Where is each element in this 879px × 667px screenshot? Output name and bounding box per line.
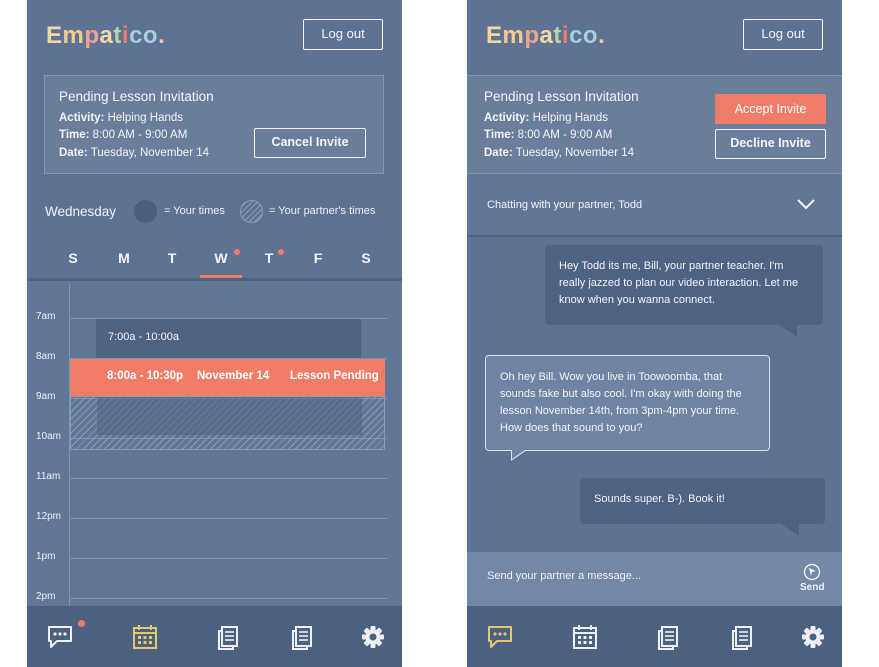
hour-line [69, 518, 387, 519]
notes-icon[interactable] [728, 624, 756, 650]
invitation-time: Time: 8:00 AM - 9:00 AM [484, 129, 613, 141]
chat-icon[interactable] [46, 624, 74, 650]
accept-invite-button[interactable]: Accept Invite [715, 94, 826, 124]
logo-letter: m [62, 22, 85, 49]
chevron-down-icon[interactable] [797, 198, 815, 210]
logout-button[interactable]: Log out [743, 19, 823, 50]
hour-label: 9am [36, 391, 56, 402]
logo-letter: p [524, 22, 540, 49]
calendar-screen: Empatico. Log out Pending Lesson Invitat… [27, 0, 402, 667]
weekday-selector: S M T W T F S [27, 240, 402, 278]
weekday-fri[interactable]: F [303, 250, 333, 266]
chat-partner-label: Chatting with your partner, Todd [487, 199, 643, 211]
partner-availability-block[interactable] [70, 396, 385, 450]
logo-letter: p [84, 22, 100, 49]
weekday-wed[interactable]: W [206, 250, 236, 266]
logo-letter: t [553, 22, 562, 49]
gear-icon[interactable] [359, 624, 387, 650]
weekday-sat[interactable]: S [351, 250, 381, 266]
weekday-mon[interactable]: M [109, 250, 139, 266]
hour-line [69, 478, 387, 479]
lesson-time: 8:00a - 10:30p [107, 370, 184, 382]
bubble-tail [781, 524, 799, 536]
document-icon[interactable] [214, 624, 242, 650]
bubble-tail [779, 325, 797, 337]
logo-letter: o [142, 22, 159, 49]
availability-time: 7:00a - 10:00a [108, 331, 179, 343]
lesson-status: Lesson Pending [290, 370, 379, 382]
hour-label: 8am [36, 351, 56, 362]
hour-label: 12pm [36, 511, 62, 522]
bubble-tail-fill [512, 450, 525, 459]
logo-letter: t [113, 22, 122, 49]
day-schedule[interactable]: 7am 8am 9am 10am 11am 12pm 1pm 2pm 7:00a… [27, 281, 402, 606]
calendar-icon[interactable] [131, 624, 159, 650]
logo-letter: . [598, 22, 606, 49]
invitation-title: Pending Lesson Invitation [484, 89, 639, 104]
message-input[interactable]: Send your partner a message... [487, 570, 641, 582]
partner-times-swatch [240, 200, 263, 223]
invitation-activity: Activity: Helping Hands [484, 112, 609, 124]
notes-icon[interactable] [288, 624, 316, 650]
logo-letter: . [158, 22, 166, 49]
chat-notification-dot [78, 620, 85, 627]
chat-screen: Empatico. Log out Pending Lesson Invitat… [467, 0, 842, 667]
your-times-swatch [134, 200, 157, 223]
empatico-logo: Empatico. [46, 22, 165, 50]
empatico-logo: Empatico. [486, 22, 605, 50]
logo-letter: a [99, 22, 114, 49]
send-icon[interactable] [803, 563, 821, 581]
logo-letter: i [121, 22, 130, 49]
invitation-time: Time: 8:00 AM - 9:00 AM [59, 129, 188, 141]
message-composer: Send your partner a message... Send [467, 552, 842, 606]
pending-invitation-card: Pending Lesson Invitation Activity: Help… [44, 75, 384, 174]
logo-letter: o [582, 22, 599, 49]
hour-label: 1pm [36, 551, 56, 562]
chat-message-sent: Sounds super. B-). Book it! [580, 478, 825, 524]
decline-invite-button[interactable]: Decline Invite [715, 129, 826, 159]
gear-icon[interactable] [799, 624, 827, 650]
chat-message-received: Oh hey Bill. Wow you live in Toowoomba, … [485, 355, 770, 451]
cancel-invite-button[interactable]: Cancel Invite [254, 128, 366, 158]
weekday-tue[interactable]: T [157, 250, 187, 266]
invitation-activity: Activity: Helping Hands [59, 112, 184, 124]
partner-times-legend: = Your partner's times [269, 205, 376, 217]
chat-icon[interactable] [486, 624, 514, 650]
hour-line [69, 558, 387, 559]
lesson-date: November 14 [197, 370, 270, 382]
logo-letter: m [502, 22, 525, 49]
pending-invitation-card: Pending Lesson Invitation Activity: Help… [467, 75, 842, 174]
calendar-icon[interactable] [571, 624, 599, 650]
weekday-thu-indicator [278, 249, 284, 255]
logo-letter: c [569, 22, 583, 49]
hour-label: 2pm [36, 591, 56, 602]
bottom-nav [27, 606, 402, 667]
invitation-title: Pending Lesson Invitation [59, 89, 214, 104]
pending-lesson-block[interactable]: 8:00a - 10:30p November 14 Lesson Pendin… [70, 359, 385, 396]
your-times-legend: = Your times [164, 205, 225, 217]
invitation-date: Date: Tuesday, November 14 [59, 147, 210, 159]
logo-letter: i [561, 22, 570, 49]
bottom-nav [467, 606, 842, 667]
overlap-region [97, 397, 362, 435]
invitation-date: Date: Tuesday, November 14 [484, 147, 635, 159]
send-button[interactable]: Send [800, 582, 824, 593]
chat-header[interactable]: Chatting with your partner, Todd [467, 174, 842, 237]
chat-message-sent: Hey Todd its me, Bill, your partner teac… [545, 245, 823, 325]
hour-label: 11am [36, 471, 61, 482]
weekday-sun[interactable]: S [58, 250, 88, 266]
document-icon[interactable] [654, 624, 682, 650]
selected-day-label: Wednesday [45, 204, 117, 219]
logo-letter: E [46, 22, 63, 49]
hour-label: 10am [36, 431, 62, 442]
logo-letter: c [129, 22, 143, 49]
your-availability-block[interactable]: 7:00a - 10:00a [96, 319, 361, 358]
logout-button[interactable]: Log out [303, 19, 383, 50]
logo-letter: E [486, 22, 503, 49]
weekday-wed-indicator [234, 249, 240, 255]
hour-line [69, 598, 387, 599]
hour-label: 7am [36, 311, 56, 322]
logo-letter: a [539, 22, 554, 49]
